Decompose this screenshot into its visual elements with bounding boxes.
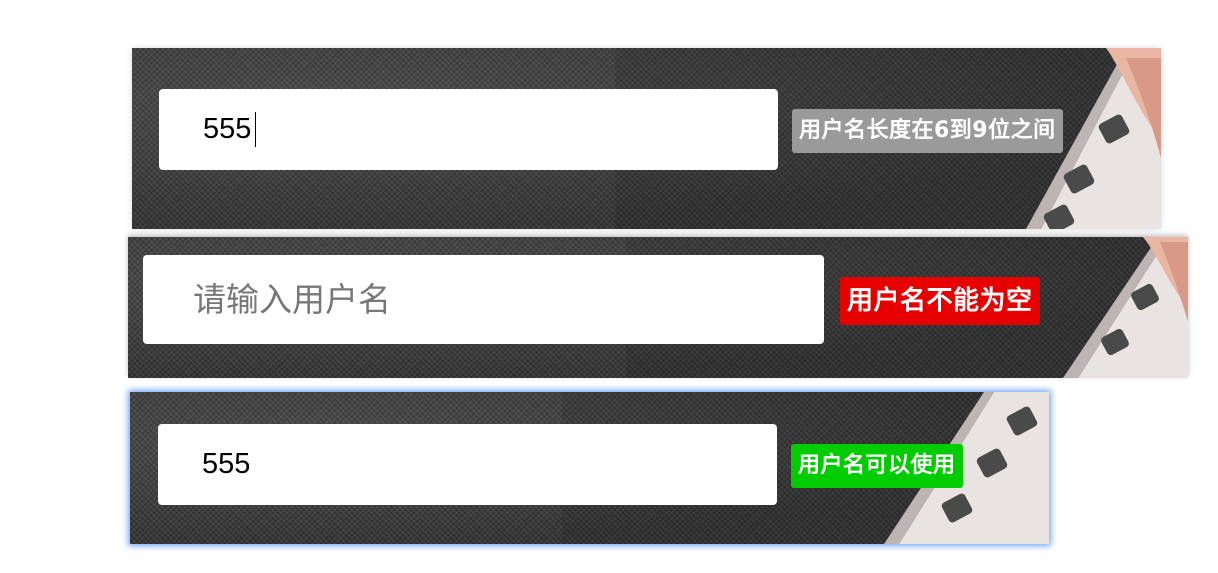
username-input-1[interactable]: [159, 89, 778, 170]
validation-message-length: 用户名长度在6到9位之间: [792, 109, 1063, 153]
validation-message-success: 用户名可以使用: [791, 444, 963, 488]
text-caret: [255, 112, 256, 147]
username-form-panel-2: 用户名不能为空: [128, 237, 1188, 378]
username-form-panel-1: 用户名长度在6到9位之间: [132, 48, 1161, 229]
username-input-3[interactable]: [158, 424, 777, 505]
validation-message-empty: 用户名不能为空: [840, 277, 1040, 325]
username-form-panel-3: 用户名可以使用: [130, 392, 1049, 544]
username-input-2[interactable]: [143, 255, 824, 344]
